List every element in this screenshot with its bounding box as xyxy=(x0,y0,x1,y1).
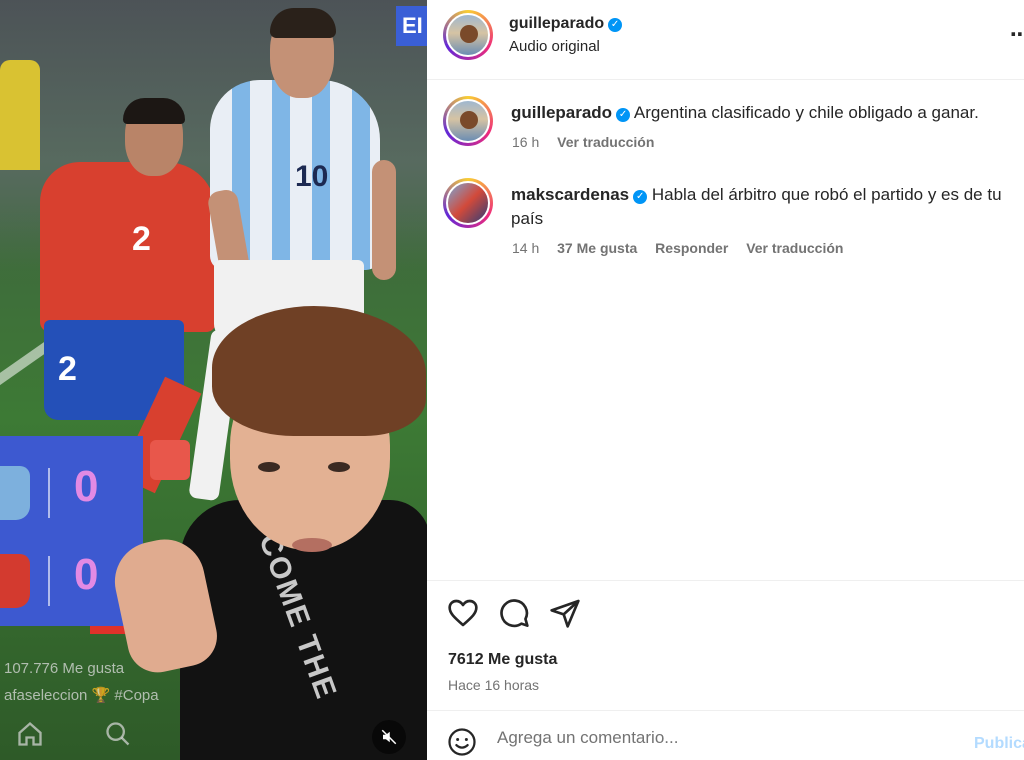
emoji-icon[interactable] xyxy=(447,727,477,757)
speaker-muted-icon xyxy=(381,729,397,745)
comment-icon[interactable] xyxy=(498,597,530,629)
share-icon[interactable] xyxy=(549,597,581,629)
score-chile: 0 xyxy=(74,550,99,599)
comment-time[interactable]: 14 h xyxy=(512,240,539,256)
translate-link[interactable]: Ver traducción xyxy=(557,134,654,150)
verified-badge-icon: ✓ xyxy=(608,18,623,32)
verified-badge-icon: ✓ xyxy=(616,108,631,122)
comment-input[interactable] xyxy=(497,725,957,751)
post-media-video[interactable]: EI 2 2 10 0 0 107.776 Me gusta afaselecc… xyxy=(0,0,427,760)
chile-crest-icon xyxy=(0,554,30,608)
comment-meta: 14 h 37 Me gusta Responder Ver traducció… xyxy=(512,240,857,256)
comment-username[interactable]: guilleparado xyxy=(511,103,612,122)
post-actions: 7612 Me gusta Hace 16 horas xyxy=(427,580,1024,710)
audio-label[interactable]: Audio original xyxy=(509,38,600,55)
avatar[interactable] xyxy=(443,10,493,60)
creator-figure: COME THE xyxy=(107,300,427,760)
add-comment-bar: Publicar xyxy=(427,710,1024,760)
comment-likes[interactable]: 37 Me gusta xyxy=(557,240,637,256)
verified-badge-icon: ✓ xyxy=(633,190,648,204)
likes-count[interactable]: 7612 Me gusta xyxy=(448,651,557,669)
background-likes-text: 107.776 Me gusta xyxy=(4,660,125,677)
heart-icon[interactable] xyxy=(447,597,479,629)
more-options-icon[interactable]: ⋯ xyxy=(1010,22,1024,47)
mute-button[interactable] xyxy=(372,720,406,754)
background-spectator xyxy=(0,60,40,170)
reply-button[interactable]: Responder xyxy=(655,240,728,256)
background-home-icon xyxy=(18,721,42,746)
post-header: guilleparado ✓ Audio original ⋯ xyxy=(427,0,1024,80)
comment-username[interactable]: makscardenas xyxy=(511,185,629,204)
publish-button[interactable]: Publicar xyxy=(974,735,1024,753)
comment-time[interactable]: 16 h xyxy=(512,134,539,150)
comment-body: guilleparado ✓ Argentina clasificado y ch… xyxy=(511,101,1011,125)
translate-link[interactable]: Ver traducción xyxy=(746,240,843,256)
avatar[interactable] xyxy=(443,178,493,228)
comment-meta: 16 h Ver traducción xyxy=(512,134,668,150)
avatar[interactable] xyxy=(443,96,493,146)
comment-body: makscardenas ✓ Habla del árbitro que robó… xyxy=(511,183,1011,231)
argentina-crest-icon xyxy=(0,466,30,520)
score-argentina: 0 xyxy=(74,462,99,511)
post-timestamp[interactable]: Hace 16 horas xyxy=(448,677,539,693)
comment-text: Argentina clasificado y chile obligado a… xyxy=(633,103,979,122)
post-author-username[interactable]: guilleparado ✓ xyxy=(509,15,623,33)
post-panel: guilleparado ✓ Audio original ⋯ guillepar… xyxy=(427,0,1024,760)
